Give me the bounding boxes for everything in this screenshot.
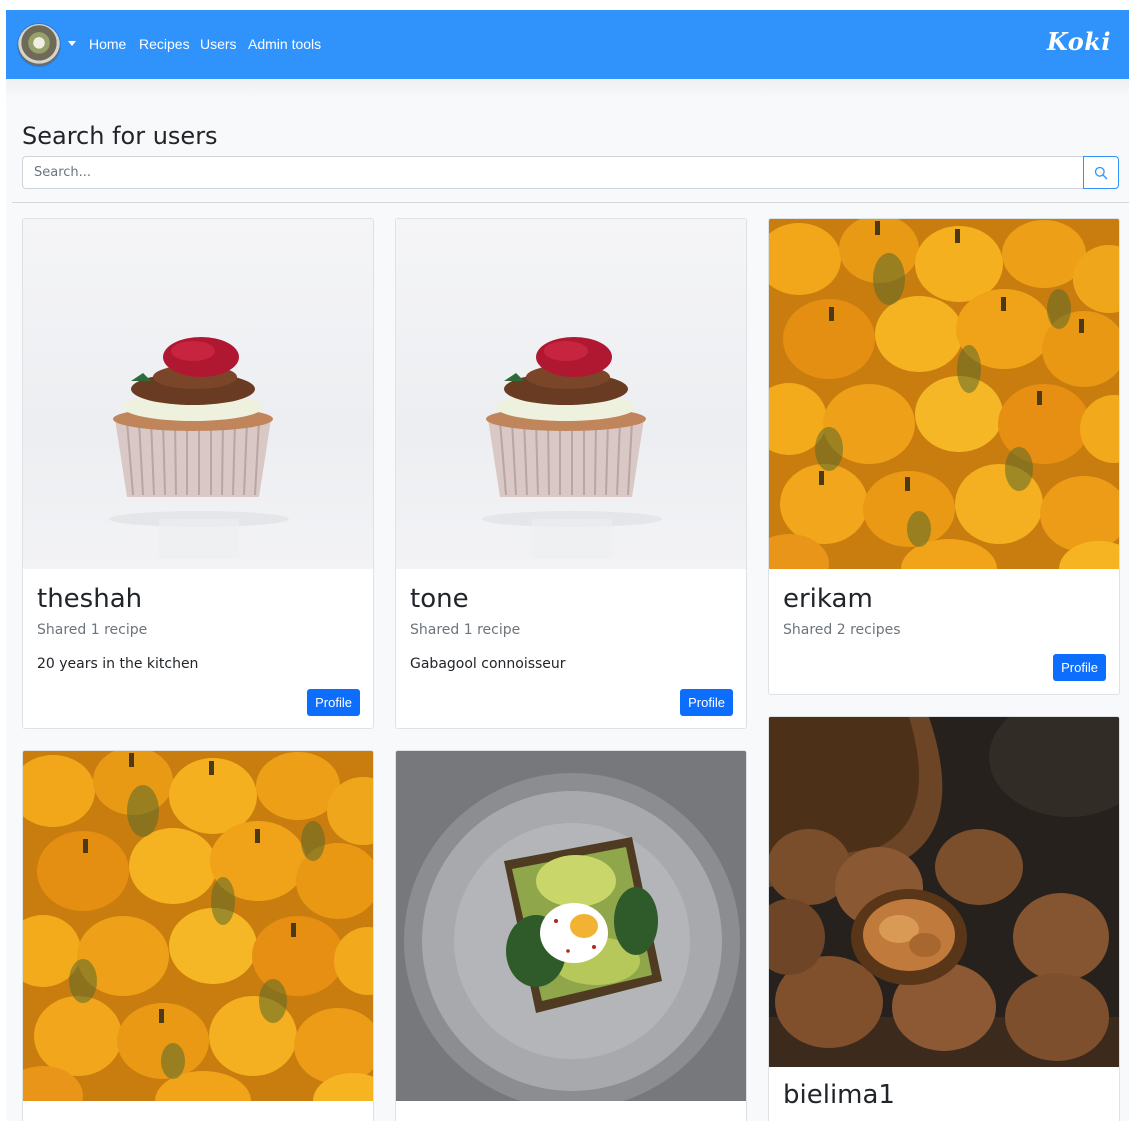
avatar[interactable]	[18, 24, 60, 66]
nav-link-recipes[interactable]: Recipes	[139, 35, 190, 53]
search-icon	[1094, 166, 1108, 180]
profile-button[interactable]: Profile	[307, 689, 360, 716]
user-name[interactable]: bielima1	[783, 1079, 895, 1111]
user-name[interactable]: tone	[410, 583, 469, 615]
user-bio: 20 years in the kitchen	[37, 656, 199, 672]
nav-link-admin-tools[interactable]: Admin tools	[248, 35, 321, 53]
user-card: tone Shared 1 recipe Gabagool connoisseu…	[395, 218, 747, 729]
user-card: bielima1	[768, 716, 1120, 1121]
recipe-count: Shared 2 recipes	[783, 622, 901, 638]
user-card-image	[769, 717, 1119, 1067]
user-card: theshah Shared 1 recipe 20 years in the …	[22, 218, 374, 729]
user-bio: Gabagool connoisseur	[410, 656, 566, 672]
profile-button[interactable]: Profile	[1053, 654, 1106, 681]
profile-button[interactable]: Profile	[680, 689, 733, 716]
user-card-image	[23, 751, 373, 1101]
user-name[interactable]: erikam	[783, 583, 873, 615]
user-card-image	[396, 219, 746, 569]
user-name[interactable]: theshah	[37, 583, 142, 615]
user-card-image	[396, 751, 746, 1101]
user-card: erikam Shared 2 recipes Profile	[768, 218, 1120, 695]
divider	[12, 202, 1129, 203]
navbar-shadow	[6, 79, 1129, 99]
chevron-down-icon[interactable]	[68, 41, 76, 46]
user-card	[395, 750, 747, 1121]
brand-logo[interactable]: Koki	[1047, 27, 1111, 56]
user-card	[22, 750, 374, 1121]
navbar: Home Recipes Users Admin tools Koki	[6, 10, 1129, 79]
search-button[interactable]	[1083, 156, 1119, 189]
user-card-image	[23, 219, 373, 569]
recipe-count: Shared 1 recipe	[410, 622, 521, 638]
page: Home Recipes Users Admin tools Koki Sear…	[6, 10, 1129, 1121]
nav-link-users[interactable]: Users	[200, 35, 237, 53]
user-card-image	[769, 219, 1119, 569]
search-input[interactable]	[22, 156, 1084, 189]
nav-link-home[interactable]: Home	[89, 35, 126, 53]
recipe-count: Shared 1 recipe	[37, 622, 148, 638]
page-title: Search for users	[22, 122, 218, 150]
